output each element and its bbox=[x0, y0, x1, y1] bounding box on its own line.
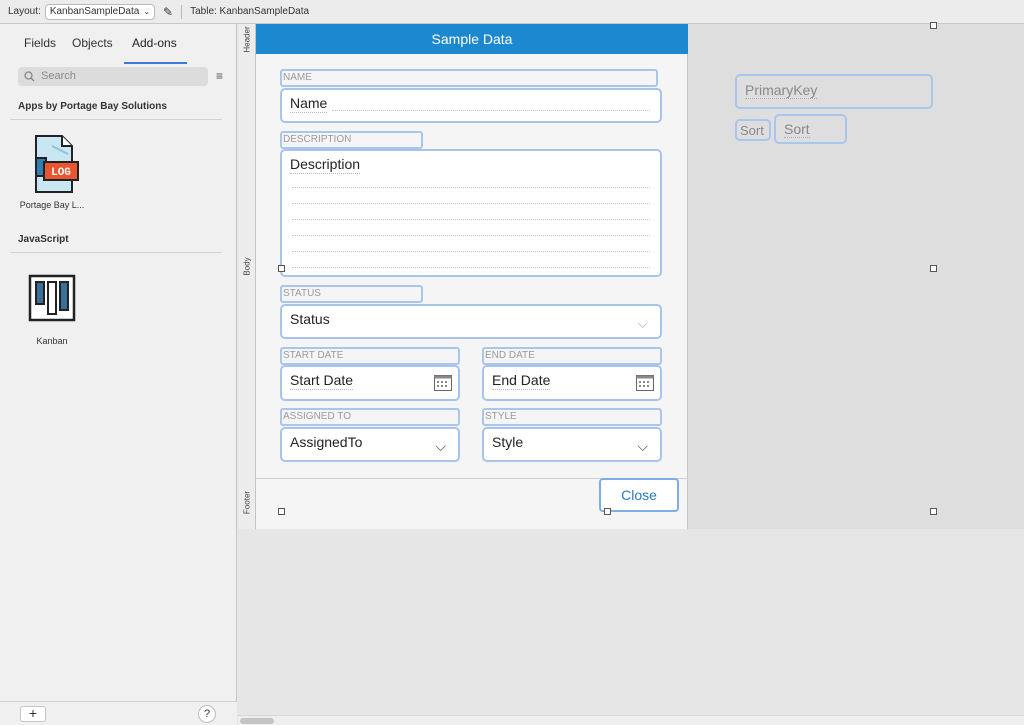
end-date-field-value: End Date bbox=[492, 372, 551, 390]
scroll-thumb[interactable] bbox=[240, 718, 274, 724]
table-label: Table: KanbanSampleData bbox=[190, 6, 310, 17]
chevron-down-icon: ⌵ bbox=[637, 315, 648, 331]
section-title-javascript: JavaScript bbox=[18, 234, 69, 245]
add-button[interactable]: + bbox=[20, 706, 46, 722]
horizontal-scrollbar[interactable] bbox=[238, 715, 1024, 725]
search-icon bbox=[24, 70, 35, 81]
layout-label: Layout: bbox=[8, 6, 41, 17]
tab-objects[interactable]: Objects bbox=[68, 34, 117, 52]
close-button[interactable]: Close bbox=[599, 478, 679, 512]
search-row: Search ≡ bbox=[18, 66, 230, 86]
style-label[interactable]: STYLE bbox=[482, 408, 662, 426]
tab-add-ons[interactable]: Add-ons bbox=[128, 34, 181, 52]
pencil-icon[interactable]: ✎ bbox=[163, 5, 173, 19]
primary-key-value: PrimaryKey bbox=[745, 82, 818, 99]
primary-key-field[interactable]: PrimaryKey bbox=[735, 74, 933, 109]
part-label-body[interactable]: Body bbox=[238, 54, 256, 478]
active-tab-indicator bbox=[124, 62, 187, 64]
name-label[interactable]: NAME bbox=[280, 69, 658, 87]
assigned-to-field-value: AssignedTo bbox=[290, 434, 363, 450]
resize-handle[interactable] bbox=[930, 508, 937, 515]
start-date-label[interactable]: START DATE bbox=[280, 347, 460, 365]
name-field[interactable]: Name bbox=[280, 88, 662, 123]
description-label[interactable]: DESCRIPTION bbox=[280, 131, 423, 149]
addon-label: Portage Bay L... bbox=[19, 200, 85, 210]
chevron-down-icon: ⌵ bbox=[637, 438, 648, 454]
resize-handle[interactable] bbox=[930, 22, 937, 29]
resize-handle[interactable] bbox=[278, 508, 285, 515]
addon-label: Kanban bbox=[36, 336, 68, 346]
status-field[interactable]: Status ⌵ bbox=[280, 304, 662, 339]
resize-handle[interactable] bbox=[930, 265, 937, 272]
layout-select[interactable]: KanbanSampleData ⌄ bbox=[44, 3, 156, 20]
description-field-value: Description bbox=[290, 156, 361, 174]
layout-toolbar: Layout: KanbanSampleData ⌄ ✎ Table: Kanb… bbox=[0, 0, 1024, 24]
tab-fields[interactable]: Fields bbox=[20, 34, 60, 52]
style-field[interactable]: Style ⌵ bbox=[482, 427, 662, 462]
section-title-portage: Apps by Portage Bay Solutions bbox=[18, 101, 167, 112]
addon-portage-bay-log[interactable]: LOG Portage Bay L... bbox=[12, 132, 92, 210]
search-input[interactable]: Search bbox=[18, 66, 208, 86]
description-field[interactable]: Description bbox=[280, 149, 662, 277]
sort-label[interactable]: Sort bbox=[735, 119, 771, 141]
status-field-value: Status bbox=[290, 311, 330, 327]
svg-text:LOG: LOG bbox=[51, 167, 71, 179]
chevron-down-icon: ⌵ bbox=[435, 438, 446, 454]
calendar-icon[interactable] bbox=[434, 375, 452, 391]
end-date-label[interactable]: END DATE bbox=[482, 347, 662, 365]
panel-tabs: Fields Objects Add-ons bbox=[0, 30, 237, 64]
addon-kanban[interactable]: Kanban bbox=[12, 274, 92, 346]
section-divider bbox=[10, 252, 222, 253]
layout-canvas[interactable]: Header Body Footer Sample Data NAME Name… bbox=[238, 22, 1024, 725]
part-label-footer[interactable]: Footer bbox=[238, 478, 256, 529]
search-placeholder: Search bbox=[41, 70, 76, 82]
chevron-down-icon: ⌄ bbox=[143, 7, 151, 16]
assigned-to-label[interactable]: ASSIGNED TO bbox=[280, 408, 460, 426]
calendar-icon[interactable] bbox=[636, 375, 654, 391]
header-title[interactable]: Sample Data bbox=[256, 24, 688, 54]
name-field-value: Name bbox=[290, 95, 328, 113]
objects-panel: Fields Objects Add-ons Search ≡ Apps by … bbox=[0, 24, 237, 725]
layout-select-value: KanbanSampleData bbox=[49, 6, 140, 17]
kanban-icon bbox=[28, 274, 76, 322]
end-date-field[interactable]: End Date bbox=[482, 365, 662, 401]
start-date-field-value: Start Date bbox=[290, 372, 354, 390]
resize-handle[interactable] bbox=[604, 508, 611, 515]
section-divider bbox=[10, 119, 222, 120]
sort-field[interactable]: Sort bbox=[774, 114, 847, 144]
list-menu-icon[interactable]: ≡ bbox=[216, 69, 223, 83]
help-button[interactable]: ? bbox=[198, 705, 216, 723]
start-date-field[interactable]: Start Date bbox=[280, 365, 460, 401]
panel-bottom-bar: + ? bbox=[0, 701, 237, 725]
toolbar-divider bbox=[181, 4, 183, 19]
card-window-layout: Sample Data NAME Name DESCRIPTION Descri… bbox=[256, 24, 688, 529]
status-label[interactable]: STATUS bbox=[280, 285, 423, 303]
style-field-value: Style bbox=[492, 434, 524, 450]
log-icon: LOG bbox=[35, 135, 79, 193]
part-label-header[interactable]: Header bbox=[238, 24, 256, 54]
resize-handle[interactable] bbox=[278, 265, 285, 272]
assigned-to-field[interactable]: AssignedTo ⌵ bbox=[280, 427, 460, 462]
